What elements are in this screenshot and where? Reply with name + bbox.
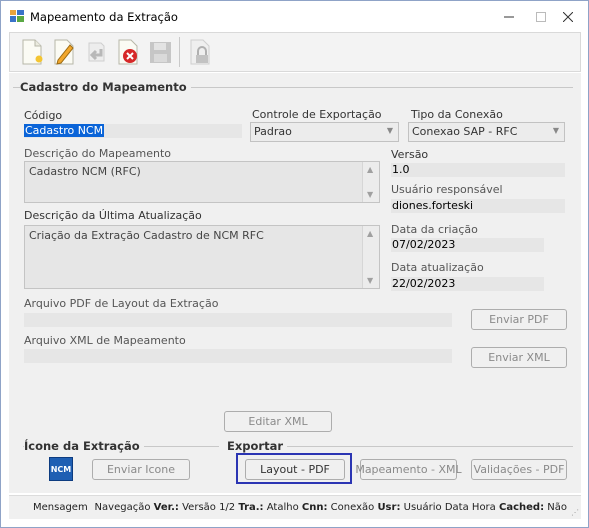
status-data: Data — [444, 502, 469, 513]
status-hora: Hora — [471, 502, 496, 513]
main-content: Cadastro do Mapeamento Código Cadastro N… — [9, 73, 581, 493]
chevron-down-icon: ▼ — [386, 126, 393, 135]
tipo-conexao-value: Conexao SAP - RFC — [412, 125, 518, 138]
scroll-up-icon: ▲ — [367, 229, 374, 238]
arquivo-xml-label: Arquivo XML de Mapeamento — [24, 334, 186, 347]
cadastro-group-title: Cadastro do Mapeamento — [20, 80, 191, 94]
versao-value: 1.0 — [392, 163, 410, 176]
descricao-textarea[interactable]: Cadastro NCM (RFC) ▲ ▼ — [24, 161, 380, 203]
status-tra-value: Atalho — [266, 502, 299, 513]
exportar-group-title: Exportar — [227, 439, 288, 453]
icone-group-title: Ícone da Extração — [24, 439, 144, 453]
scroll-down-icon: ▼ — [367, 276, 374, 285]
data-criacao-value: 07/02/2023 — [392, 238, 456, 251]
delete-button[interactable] — [112, 36, 144, 68]
data-criacao-label: Data da criação — [391, 223, 478, 236]
save-disk-icon — [150, 42, 171, 63]
close-icon — [563, 12, 573, 22]
status-cached-label: Cached: — [499, 502, 545, 513]
mapeamento-window: Mapeamento da Extração Cadastro do Mapea… — [0, 0, 589, 528]
mapeamento-xml-button[interactable]: Mapeamento - XML — [355, 459, 462, 480]
codigo-label: Código — [24, 109, 63, 122]
title-bar[interactable]: Mapeamento da Extração — [1, 1, 588, 31]
maximize-button[interactable] — [527, 7, 555, 27]
descricao-scrollbar[interactable]: ▲ ▼ — [362, 162, 379, 202]
undo-button[interactable] — [80, 36, 112, 68]
undo-arrow-icon — [88, 42, 105, 62]
toolbar — [9, 32, 581, 72]
status-ver-value: Versão 1/2 — [182, 502, 236, 513]
usuario-field: diones.forteski — [391, 199, 565, 213]
status-mensagem: Mensagem — [33, 502, 88, 513]
ultima-atualizacao-label: Descrição da Última Atualização — [24, 209, 202, 222]
resize-grip-icon[interactable]: ⋰ — [571, 508, 579, 517]
editar-xml-button[interactable]: Editar XML — [224, 411, 332, 432]
enviar-pdf-button[interactable]: Enviar PDF — [471, 309, 567, 330]
enviar-icone-button[interactable]: Enviar Icone — [92, 459, 190, 480]
enviar-xml-button[interactable]: Enviar XML — [471, 347, 567, 368]
usuario-label: Usuário responsável — [391, 183, 503, 196]
edit-pencil-icon — [54, 39, 74, 65]
tipo-conexao-label: Tipo da Conexão — [411, 108, 503, 121]
close-button[interactable] — [554, 7, 582, 27]
versao-field: 1.0 — [391, 163, 565, 177]
maximize-icon — [536, 12, 546, 22]
status-tra-label: Tra.: — [238, 502, 264, 513]
scroll-down-icon: ▼ — [367, 190, 374, 199]
status-cnn-value: Conexão — [330, 502, 375, 513]
controle-exportacao-select[interactable]: Padrao ▼ — [250, 122, 399, 142]
app-icon — [10, 10, 24, 22]
ultima-atualizacao-textarea[interactable]: Criação da Extração Cadastro de NCM RFC … — [24, 225, 380, 289]
ultima-atualizacao-scrollbar[interactable]: ▲ ▼ — [362, 226, 379, 288]
status-ver-label: Ver.: — [153, 502, 179, 513]
arquivo-pdf-label: Arquivo PDF de Layout da Extração — [24, 297, 219, 310]
minimize-button[interactable] — [495, 7, 523, 27]
new-document-icon — [22, 39, 43, 65]
lock-icon — [190, 39, 210, 65]
ultima-atualizacao-value: Criação da Extração Cadastro de NCM RFC — [29, 229, 264, 242]
data-atualizacao-value: 22/02/2023 — [392, 277, 456, 290]
status-usr-label: Usr: — [377, 502, 401, 513]
status-cached-value: Não — [547, 502, 567, 513]
new-button[interactable] — [16, 36, 48, 68]
lock-button[interactable] — [184, 36, 216, 68]
codigo-value: Cadastro NCM — [24, 124, 105, 137]
arquivo-xml-field — [24, 349, 452, 363]
ncm-icon: NCM — [49, 457, 73, 481]
descricao-label: Descrição do Mapeamento — [24, 147, 172, 160]
arquivo-pdf-field — [24, 313, 452, 327]
status-usr-value: Usuário — [403, 502, 442, 513]
codigo-input[interactable]: Cadastro NCM — [24, 124, 242, 138]
data-criacao-field: 07/02/2023 — [391, 238, 544, 252]
data-atualizacao-label: Data atualização — [391, 261, 484, 274]
ncm-icon-label: NCM — [50, 464, 72, 474]
chevron-down-icon: ▼ — [552, 126, 559, 135]
status-navegacao: Navegação — [94, 502, 151, 513]
edit-button[interactable] — [48, 36, 80, 68]
status-cnn-label: Cnn: — [301, 502, 328, 513]
status-bar: Mensagem Navegação Ver.: Versão 1/2 Tra.… — [9, 495, 581, 519]
controle-exportacao-value: Padrao — [254, 125, 292, 138]
versao-label: Versão — [391, 148, 429, 161]
minimize-icon — [504, 16, 514, 18]
descricao-value: Cadastro NCM (RFC) — [29, 165, 141, 178]
layout-pdf-button[interactable]: Layout - PDF — [245, 459, 345, 480]
usuario-value: diones.forteski — [392, 199, 474, 212]
controle-exportacao-label: Controle de Exportação — [252, 108, 382, 121]
save-button[interactable] — [144, 36, 176, 68]
delete-icon — [118, 39, 138, 65]
window-title: Mapeamento da Extração — [30, 10, 178, 24]
data-atualizacao-field: 22/02/2023 — [391, 277, 544, 291]
toolbar-separator — [179, 37, 180, 67]
validacoes-pdf-button[interactable]: Validações - PDF — [471, 459, 567, 480]
tipo-conexao-select[interactable]: Conexao SAP - RFC ▼ — [408, 122, 565, 142]
scroll-up-icon: ▲ — [367, 165, 374, 174]
status-info: Navegação Ver.: Versão 1/2 Tra.: Atalho … — [95, 502, 567, 513]
